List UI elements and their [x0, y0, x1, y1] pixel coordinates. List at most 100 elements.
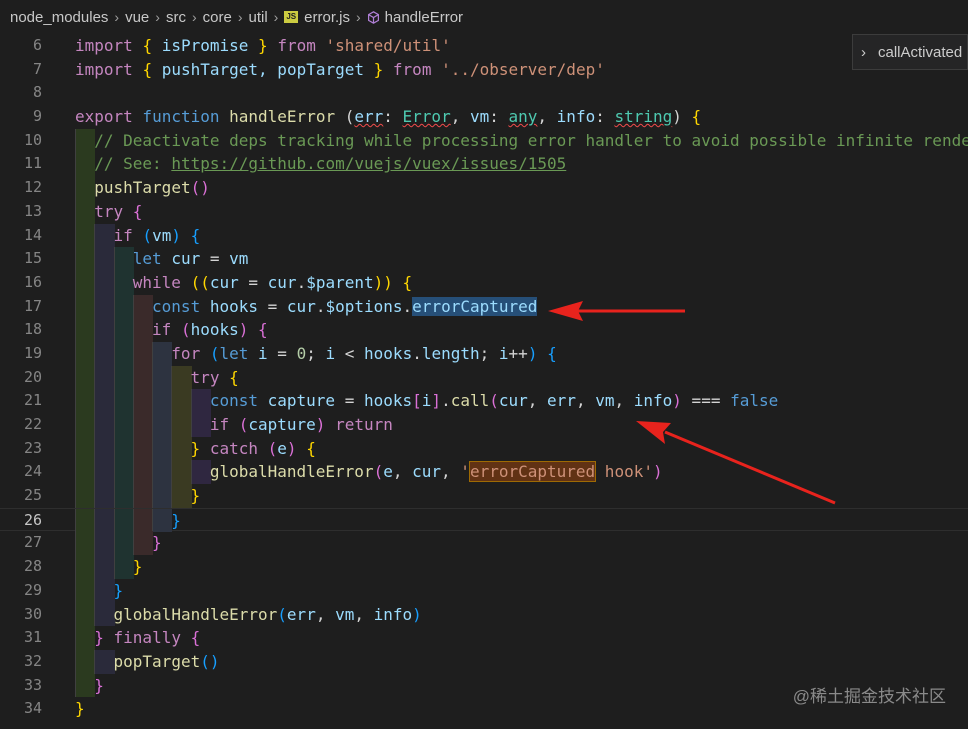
code-line[interactable]: 32 popTarget()	[0, 649, 968, 674]
code-line[interactable]: 13 try {	[0, 199, 968, 224]
code-token: try	[94, 201, 124, 221]
comment: // Deactivate deps tracking while proces…	[94, 130, 968, 150]
code-line[interactable]: 22 if (capture) return	[0, 413, 968, 437]
code-token: ,	[354, 604, 374, 624]
indent-guide	[113, 531, 134, 556]
code-line[interactable]: 9 export function handleError (err: Error…	[0, 105, 968, 129]
indent-guide	[75, 294, 96, 319]
breadcrumb-item-src[interactable]: src	[166, 9, 186, 26]
breadcrumb-item-core[interactable]: core	[203, 9, 232, 26]
code-line[interactable]: 19 for (let i = 0; i < hooks.length; i++)…	[0, 341, 968, 366]
code-line[interactable]: 18 if (hooks) {	[0, 318, 968, 342]
code-token: vm	[469, 107, 490, 127]
indent-guide	[94, 531, 115, 556]
comment-link[interactable]: https://github.com/vuejs/vuex/issues/150…	[171, 154, 566, 173]
peek-suggestion[interactable]: › callActivated	[852, 34, 968, 70]
code-line[interactable]: 12 pushTarget()	[0, 176, 968, 200]
indent-guide	[75, 649, 96, 674]
code-line[interactable]: 21 const capture = hooks[i].call(cur, err…	[0, 389, 968, 413]
indent-guide	[94, 508, 115, 533]
indent-guide	[75, 199, 96, 224]
code-token: ()	[190, 178, 210, 198]
breadcrumb-item-util[interactable]: util	[248, 9, 267, 26]
code-token: (	[373, 462, 384, 482]
indent-guide	[94, 341, 115, 366]
code-line[interactable]: 29}	[0, 578, 968, 603]
code-token: pushTarget	[94, 178, 191, 198]
indent-guide	[152, 389, 173, 413]
code-text: globalHandleError(e, cur, 'errorCaptured…	[210, 460, 663, 484]
code-token: {	[691, 107, 702, 127]
code-token: info	[373, 604, 413, 624]
code-token: }	[258, 36, 268, 55]
code-line[interactable]: 26}	[0, 507, 968, 533]
code-line[interactable]: 14 if (vm) {	[0, 223, 968, 248]
code-token: )	[672, 391, 682, 411]
code-token: }	[94, 628, 104, 648]
indent-guide	[132, 365, 154, 390]
code-line[interactable]: 24 globalHandleError(e, cur, 'errorCaptur…	[0, 460, 968, 485]
code-line[interactable]: 20 try {	[0, 365, 968, 390]
code-text: // See: https://github.com/vuejs/vuex/is…	[94, 152, 566, 176]
line-number: 26	[23, 510, 42, 529]
code-line[interactable]: 7 import { pushTarget, popTarget } from '…	[0, 58, 968, 82]
breadcrumb-item-symbol[interactable]: handleError	[385, 9, 463, 26]
code-line[interactable]: 8	[0, 81, 968, 105]
indent-guide	[75, 436, 96, 461]
code-line[interactable]: 16 while ((cur = cur.$parent)) {	[0, 270, 968, 295]
code-token: =	[238, 272, 268, 292]
code-token: {	[132, 201, 143, 221]
code-token: call	[450, 391, 490, 411]
indent-guide	[152, 413, 173, 437]
code-text: for (let i = 0; i < hooks.length; i++) {	[171, 342, 556, 366]
indent-guide	[171, 389, 192, 413]
line-number: 34	[23, 699, 42, 718]
code-line[interactable]: 17 const hooks = cur.$options.errorCaptur…	[0, 294, 968, 319]
code-line[interactable]: 23} catch (e) {	[0, 436, 968, 461]
code-line[interactable]: 31} finally {	[0, 626, 968, 650]
code-token: :	[489, 107, 509, 127]
code-token: from	[267, 36, 326, 55]
indent-guide	[94, 365, 115, 390]
code-token: }	[190, 486, 201, 506]
indent-guide	[190, 389, 211, 413]
indent-guide	[94, 318, 115, 342]
indent-guide	[113, 460, 134, 485]
code-text: import { pushTarget, popTarget } from '.…	[75, 58, 605, 82]
breadcrumb-item-vue[interactable]: vue	[125, 9, 149, 26]
code-line[interactable]: 30 globalHandleError(err, vm, info)	[0, 602, 968, 627]
chevron-right-icon[interactable]: ›	[861, 44, 866, 61]
code-token: capture	[248, 415, 316, 434]
chevron-right-icon: ›	[237, 9, 243, 25]
code-text: } finally {	[94, 626, 200, 650]
line-number: 14	[23, 225, 42, 244]
code-token: cur	[209, 272, 239, 292]
code-token: hooks	[363, 391, 413, 411]
indent-guide	[94, 436, 115, 461]
code-editor[interactable]: 6 import { isPromise } from 'shared/util'…	[0, 34, 968, 729]
indent-guide	[132, 341, 154, 366]
code-line[interactable]: 15 let cur = vm	[0, 247, 968, 271]
code-line[interactable]: 27}	[0, 531, 968, 556]
code-token: {	[190, 225, 201, 245]
indent-guide	[94, 578, 115, 603]
code-line[interactable]: 28}	[0, 555, 968, 579]
breadcrumb-item-file[interactable]: error.js	[304, 9, 350, 26]
code-line[interactable]: 6 import { isPromise } from 'shared/util'	[0, 34, 968, 58]
code-line[interactable]: 25}	[0, 484, 968, 508]
code-token: handleError	[229, 107, 336, 127]
code-token: ,	[450, 107, 470, 127]
code-text: if (capture) return	[210, 413, 393, 437]
code-token: e	[383, 462, 393, 482]
code-token: capture	[267, 391, 336, 411]
code-line[interactable]: 10 // Deactivate deps tracking while proc…	[0, 128, 968, 153]
indent-guide	[132, 413, 154, 437]
code-token: .	[402, 296, 413, 316]
code-line[interactable]: 11 // See: https://github.com/vuejs/vuex/…	[0, 152, 968, 177]
breadcrumb-item-node-modules[interactable]: node_modules	[10, 9, 108, 26]
indent-guide	[75, 626, 96, 650]
code-token: length	[421, 343, 480, 363]
peek-label: callActivated	[878, 43, 963, 61]
